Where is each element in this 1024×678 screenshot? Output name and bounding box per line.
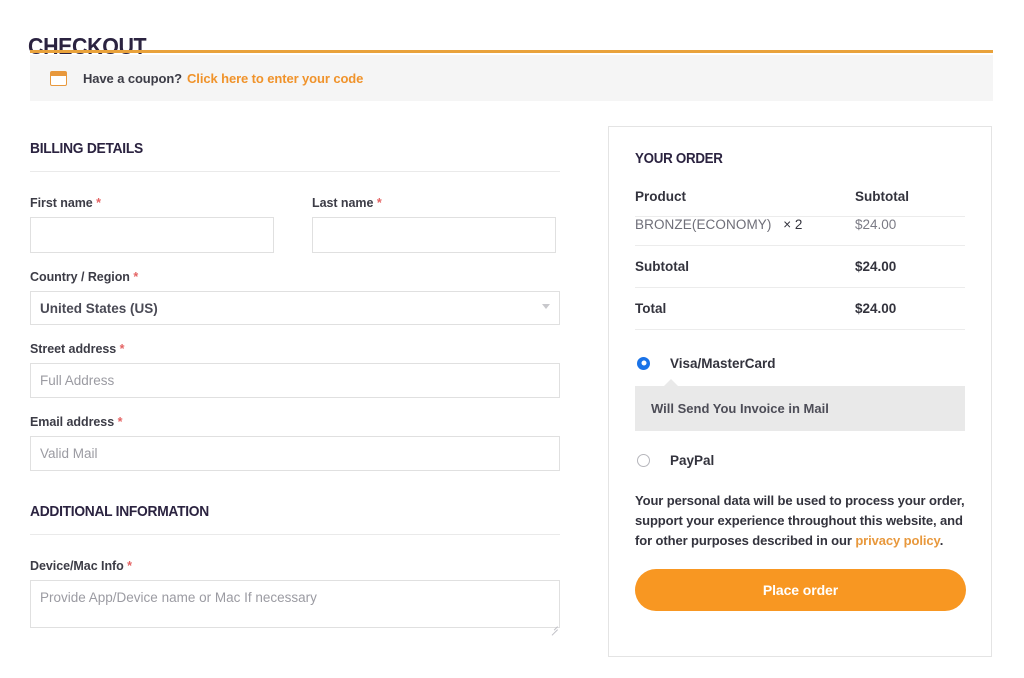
place-order-button[interactable]: Place order bbox=[635, 569, 966, 612]
last-name-input[interactable] bbox=[312, 217, 556, 253]
payment-option-paypal[interactable]: PayPal bbox=[635, 449, 965, 471]
payment-label-visa-mastercard: Visa/MasterCard bbox=[670, 355, 776, 371]
last-name-group: Last name * bbox=[312, 196, 556, 253]
order-item-price: $24.00 bbox=[855, 216, 965, 246]
country-label: Country / Region * bbox=[30, 270, 560, 284]
country-group: Country / Region * United States (US) bbox=[30, 270, 560, 325]
street-address-label: Street address * bbox=[30, 342, 560, 356]
order-col-subtotal: Subtotal bbox=[855, 189, 965, 217]
last-name-label-text: Last name bbox=[312, 196, 374, 210]
privacy-notice-period: . bbox=[939, 532, 944, 548]
privacy-policy-link[interactable]: privacy policy bbox=[855, 533, 939, 548]
first-name-label: First name * bbox=[30, 196, 274, 210]
first-name-group: First name * bbox=[30, 196, 274, 253]
order-total-label: Total bbox=[635, 287, 855, 330]
radio-visa-mastercard-icon[interactable] bbox=[637, 356, 650, 370]
table-row: Subtotal $24.00 bbox=[635, 245, 965, 288]
email-address-required-mark: * bbox=[117, 415, 123, 429]
first-name-input[interactable] bbox=[30, 217, 274, 253]
last-name-label: Last name * bbox=[312, 196, 556, 210]
chevron-down-icon bbox=[542, 304, 550, 309]
order-subtotal-label: Subtotal bbox=[635, 245, 855, 288]
order-summary-panel: YOUR ORDER Product Subtotal BRONZE(ECONO… bbox=[608, 126, 992, 657]
additional-heading-divider bbox=[30, 534, 560, 535]
country-required-mark: * bbox=[133, 270, 139, 284]
country-select[interactable]: United States (US) bbox=[30, 291, 560, 325]
device-mac-textarea[interactable] bbox=[30, 580, 560, 628]
additional-information-heading: ADDITIONAL INFORMATION bbox=[30, 503, 209, 520]
coupon-ticket-icon bbox=[50, 70, 67, 86]
first-name-label-text: First name bbox=[30, 196, 93, 210]
billing-column: BILLING DETAILS First name * Last name * bbox=[30, 140, 560, 636]
payment-option-visa-mastercard[interactable]: Visa/MasterCard bbox=[635, 352, 965, 374]
order-total-amount: $24.00 bbox=[855, 287, 965, 330]
street-address-input[interactable] bbox=[30, 363, 560, 398]
table-row: Total $24.00 bbox=[635, 287, 965, 330]
street-address-group: Street address * bbox=[30, 342, 560, 398]
checkout-page: CHECKOUT Have a coupon? Click here to en… bbox=[0, 0, 1024, 678]
order-table-header-row: Product Subtotal bbox=[635, 189, 965, 217]
device-mac-textarea-wrap bbox=[30, 580, 560, 636]
country-select-value[interactable]: United States (US) bbox=[30, 291, 560, 325]
payment-methods: Visa/MasterCard Will Send You Invoice in… bbox=[609, 352, 991, 612]
device-mac-required-mark: * bbox=[127, 559, 132, 573]
coupon-notice: Have a coupon? Click here to enter your … bbox=[30, 55, 993, 101]
payment-note-visa-mastercard: Will Send You Invoice in Mail bbox=[635, 379, 965, 431]
device-mac-label: Device/Mac Info * bbox=[30, 559, 560, 573]
order-item-qty: × 2 bbox=[783, 217, 803, 232]
privacy-notice: Your personal data will be used to proce… bbox=[635, 491, 965, 550]
billing-details-heading: BILLING DETAILS bbox=[30, 140, 143, 157]
coupon-prompt: Have a coupon? bbox=[83, 70, 183, 86]
billing-heading-divider bbox=[30, 171, 560, 172]
coupon-link[interactable]: Click here to enter your code bbox=[187, 71, 363, 86]
order-item-name: BRONZE(ECONOMY) bbox=[635, 217, 772, 232]
table-row: BRONZE(ECONOMY) × 2 $24.00 bbox=[635, 216, 965, 246]
title-divider bbox=[30, 50, 993, 53]
device-mac-group: Device/Mac Info * bbox=[30, 559, 560, 636]
payment-label-paypal: PayPal bbox=[670, 452, 715, 468]
country-label-text: Country / Region bbox=[30, 270, 130, 284]
email-address-label-text: Email address bbox=[30, 415, 115, 429]
order-col-product: Product bbox=[635, 189, 855, 217]
order-subtotal-amount: $24.00 bbox=[855, 245, 965, 288]
first-name-required-mark: * bbox=[96, 196, 101, 210]
order-table: Product Subtotal BRONZE(ECONOMY) × 2 $24… bbox=[635, 189, 965, 330]
street-address-required-mark: * bbox=[119, 342, 125, 356]
your-order-heading: YOUR ORDER bbox=[635, 151, 723, 167]
order-item-cell: BRONZE(ECONOMY) × 2 bbox=[635, 216, 855, 246]
email-address-label: Email address * bbox=[30, 415, 560, 429]
device-mac-label-text: Device/Mac Info bbox=[30, 559, 124, 573]
email-address-group: Email address * bbox=[30, 415, 560, 471]
radio-paypal-icon[interactable] bbox=[637, 453, 650, 467]
street-address-label-text: Street address bbox=[30, 342, 117, 356]
last-name-required-mark: * bbox=[376, 196, 382, 210]
email-address-input[interactable] bbox=[30, 436, 560, 471]
